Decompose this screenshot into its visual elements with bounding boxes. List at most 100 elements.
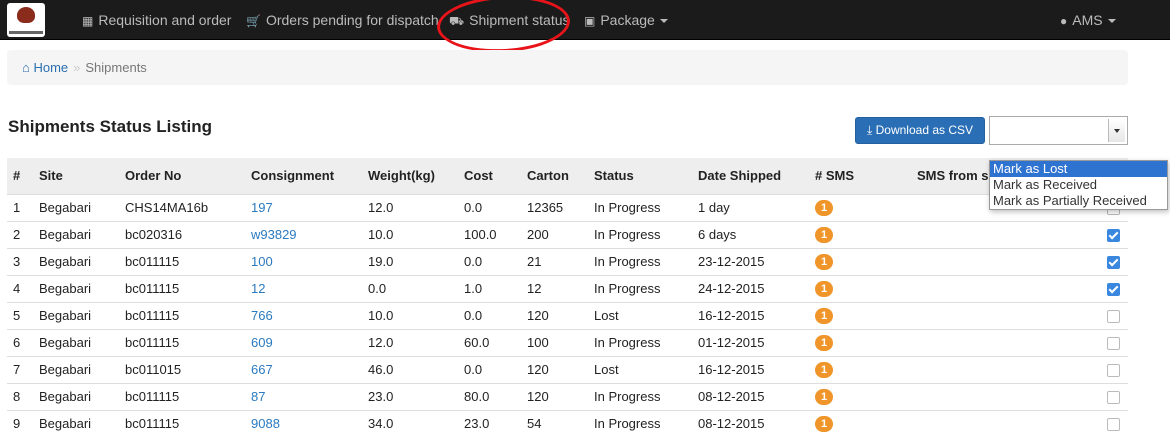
- sms-count-cell: 1: [815, 220, 917, 248]
- sms-count-badge: 1: [815, 281, 833, 297]
- sms-count-badge: 1: [815, 335, 833, 351]
- breadcrumb: ⌂ Home » Shipments: [7, 50, 1128, 85]
- nav-requisition-and-order[interactable]: ▦ Requisition and order: [82, 0, 231, 40]
- consignment-cell: 12: [251, 274, 368, 302]
- table-row: 2 Begabari bc020316 w93829 10.0 100.0 200 In Pr…: [7, 220, 1128, 248]
- row-checkbox[interactable]: [1107, 418, 1120, 432]
- site-cell: Begabari: [39, 382, 125, 410]
- consignment-cell: 9088: [251, 409, 368, 437]
- sms-count-cell: 1: [815, 328, 917, 356]
- col-cost: Cost: [464, 158, 527, 194]
- status-cell: In Progress: [594, 328, 698, 356]
- row-checkbox[interactable]: [1107, 229, 1120, 243]
- status-select-options: Mark as Lost Mark as Received Mark as Pa…: [989, 160, 1168, 210]
- site-cell: Begabari: [39, 328, 125, 356]
- date-shipped-cell: 6 days: [698, 220, 815, 248]
- date-shipped-cell: 08-12-2015: [698, 382, 815, 410]
- date-shipped-cell: 16-12-2015: [698, 355, 815, 383]
- sms-from-cell: [917, 301, 1128, 329]
- chevron-down-icon: [1107, 19, 1116, 24]
- consignment-cell: 100: [251, 247, 368, 275]
- site-cell: Begabari: [39, 355, 125, 383]
- carton-cell: 120: [527, 301, 594, 329]
- consignment-link[interactable]: 100: [251, 254, 273, 269]
- cost-cell: 0.0: [464, 301, 527, 329]
- row-checkbox[interactable]: [1107, 310, 1120, 324]
- order-no-cell: bc011115: [125, 328, 251, 356]
- consignment-link[interactable]: 667: [251, 362, 273, 377]
- carton-cell: 120: [527, 382, 594, 410]
- order-no-cell: bc011115: [125, 301, 251, 329]
- sms-count-badge: 1: [815, 362, 833, 378]
- sms-from-cell: [917, 355, 1128, 383]
- row-checkbox[interactable]: [1107, 283, 1120, 297]
- col-number: #: [7, 158, 39, 194]
- weight-cell: 12.0: [368, 328, 464, 356]
- weight-cell: 19.0: [368, 247, 464, 275]
- col-sms-count: # SMS: [815, 158, 917, 194]
- chevron-down-icon[interactable]: [1108, 119, 1125, 142]
- status-cell: Lost: [594, 355, 698, 383]
- option-mark-as-lost[interactable]: Mark as Lost: [990, 161, 1167, 177]
- row-checkbox[interactable]: [1107, 364, 1120, 378]
- consignment-link[interactable]: 9088: [251, 416, 280, 431]
- cart-icon: 🛒: [246, 14, 261, 28]
- date-shipped-cell: 23-12-2015: [698, 247, 815, 275]
- status-cell: In Progress: [594, 193, 698, 221]
- sms-count-cell: 1: [815, 301, 917, 329]
- row-checkbox[interactable]: [1107, 391, 1120, 405]
- consignment-link[interactable]: w93829: [251, 227, 297, 242]
- sms-count-cell: 1: [815, 409, 917, 437]
- sms-from-cell: [917, 328, 1128, 356]
- row-checkbox[interactable]: [1107, 256, 1120, 270]
- sms-from-cell: [917, 274, 1128, 302]
- status-select[interactable]: [989, 116, 1128, 145]
- cost-cell: 0.0: [464, 355, 527, 383]
- nav-package-dropdown[interactable]: ▣ Package: [584, 0, 668, 40]
- weight-cell: 34.0: [368, 409, 464, 437]
- table-row: 6 Begabari bc011115 609 12.0 60.0 100 In Progre…: [7, 328, 1128, 356]
- site-cell: Begabari: [39, 193, 125, 221]
- consignment-link[interactable]: 12: [251, 281, 265, 296]
- breadcrumb-home[interactable]: ⌂ Home: [22, 60, 68, 75]
- sms-from-cell: [917, 382, 1128, 410]
- consignment-cell: w93829: [251, 220, 368, 248]
- weight-cell: 12.0: [368, 193, 464, 221]
- weight-cell: 0.0: [368, 274, 464, 302]
- weight-cell: 10.0: [368, 220, 464, 248]
- order-no-cell: bc011115: [125, 247, 251, 275]
- table-header-row: # Site Order No Consignment Weight(kg) C…: [7, 158, 1128, 194]
- date-shipped-cell: 08-12-2015: [698, 409, 815, 437]
- site-cell: Begabari: [39, 274, 125, 302]
- row-number: 6: [7, 328, 39, 356]
- user-menu[interactable]: ● AMS: [1060, 0, 1116, 40]
- status-cell: In Progress: [594, 409, 698, 437]
- nav-orders-pending-dispatch[interactable]: 🛒 Orders pending for dispatch: [246, 0, 439, 40]
- status-cell: In Progress: [594, 247, 698, 275]
- sms-count-badge: 1: [815, 308, 833, 324]
- consignment-link[interactable]: 766: [251, 308, 273, 323]
- row-checkbox[interactable]: [1107, 337, 1120, 351]
- option-mark-as-received[interactable]: Mark as Received: [990, 177, 1167, 193]
- sms-count-badge: 1: [815, 389, 833, 405]
- download-csv-button[interactable]: ⤓ Download as CSV: [855, 117, 985, 144]
- col-status: Status: [594, 158, 698, 194]
- cost-cell: 0.0: [464, 247, 527, 275]
- department-logo[interactable]: [7, 3, 45, 37]
- cost-cell: 23.0: [464, 409, 527, 437]
- option-mark-as-partially-received[interactable]: Mark as Partially Received: [990, 193, 1167, 209]
- consignment-link[interactable]: 87: [251, 389, 265, 404]
- cost-cell: 60.0: [464, 328, 527, 356]
- consignment-link[interactable]: 609: [251, 335, 273, 350]
- consignment-link[interactable]: 197: [251, 200, 273, 215]
- date-shipped-cell: 16-12-2015: [698, 301, 815, 329]
- row-number: 8: [7, 382, 39, 410]
- col-date-shipped: Date Shipped: [698, 158, 815, 194]
- cost-cell: 100.0: [464, 220, 527, 248]
- order-no-cell: CHS14MA16b: [125, 193, 251, 221]
- consignment-cell: 87: [251, 382, 368, 410]
- top-navbar: ▦ Requisition and order 🛒 Orders pending f…: [0, 0, 1170, 40]
- carton-cell: 21: [527, 247, 594, 275]
- sms-count-cell: 1: [815, 247, 917, 275]
- home-icon: ⌂: [22, 60, 34, 75]
